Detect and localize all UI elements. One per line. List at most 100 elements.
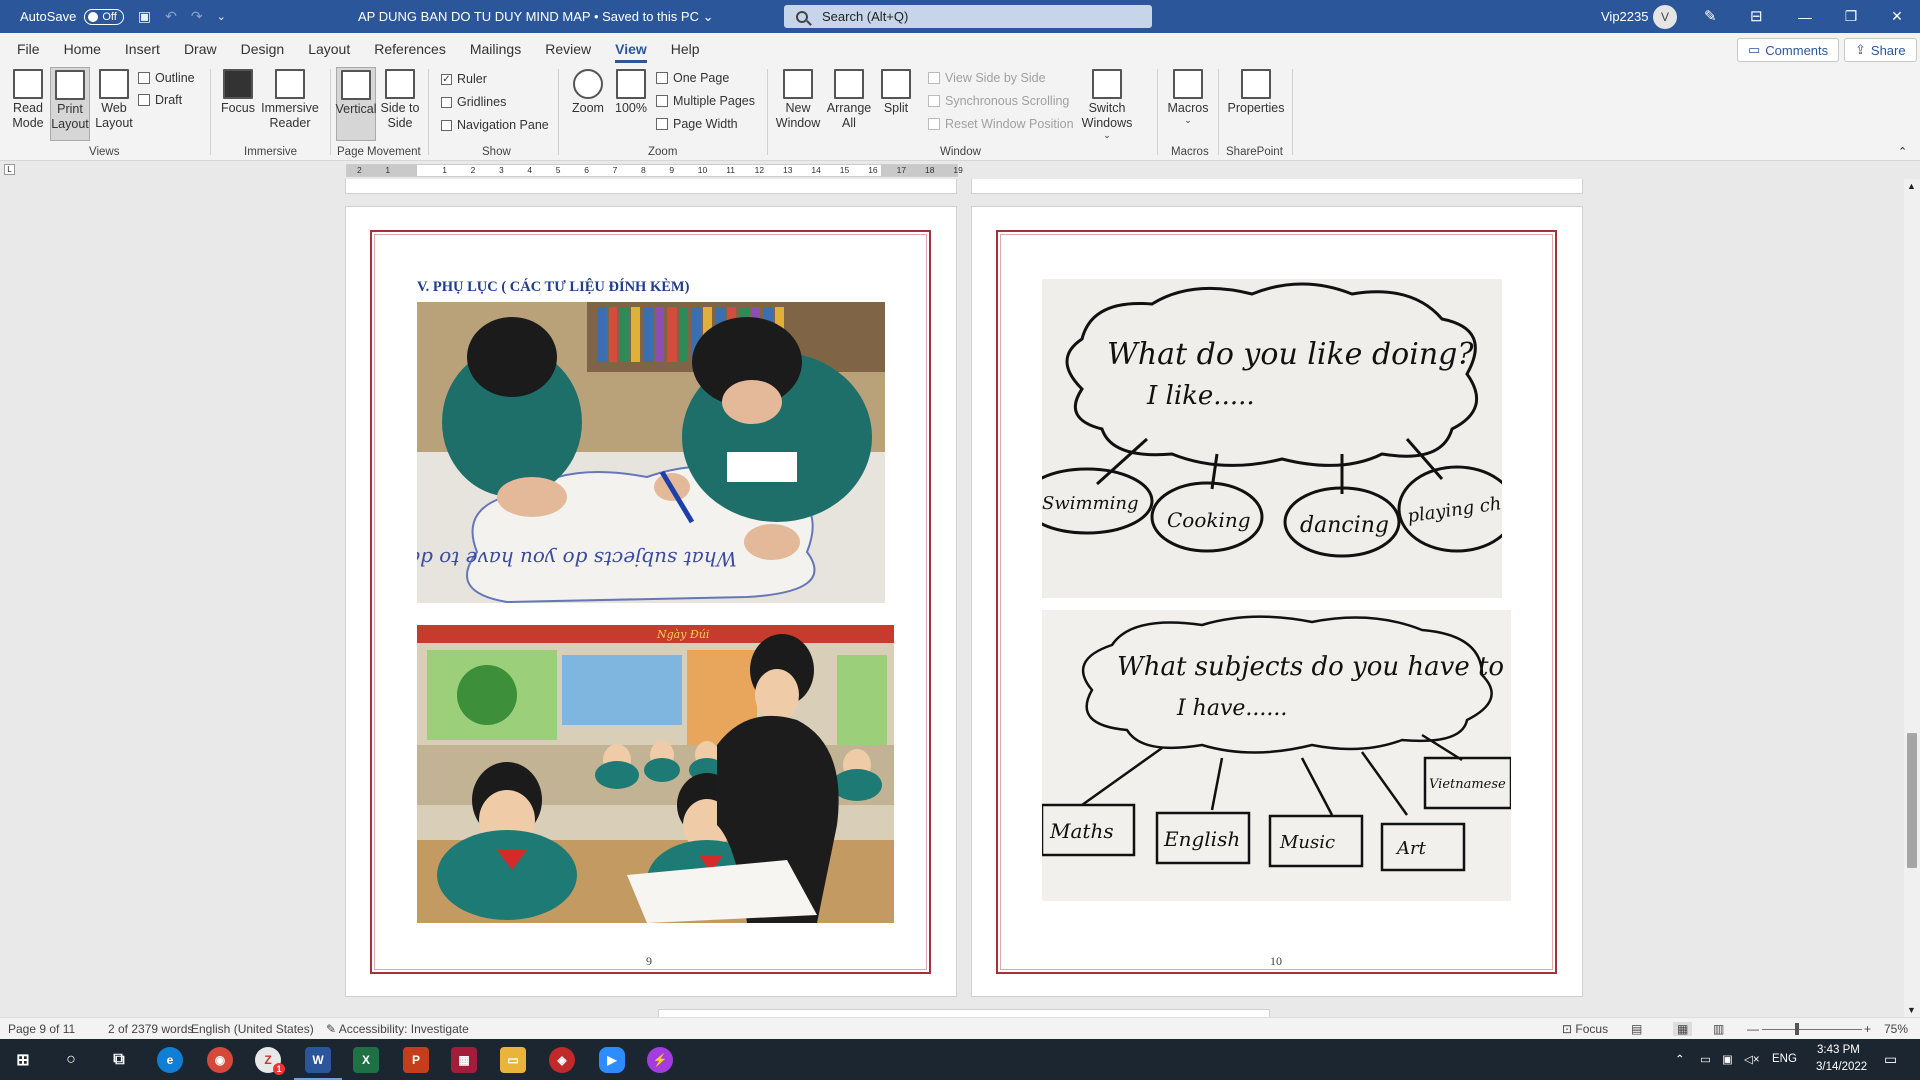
close-icon[interactable]: ✕ — [1874, 0, 1920, 33]
menu-insert[interactable]: Insert — [113, 33, 172, 65]
reset-window-position-button[interactable]: Reset Window Position — [928, 117, 1074, 131]
gridlines-checkbox[interactable]: Gridlines — [441, 95, 506, 109]
draft-button[interactable]: Draft — [138, 93, 182, 107]
properties-button[interactable]: Properties — [1226, 69, 1286, 116]
messenger-icon[interactable]: ⚡ — [647, 1047, 673, 1073]
zoom-button[interactable]: Zoom — [568, 69, 608, 116]
menu-home[interactable]: Home — [52, 33, 113, 65]
zoom-slider[interactable] — [1762, 1029, 1862, 1030]
tray-chevron-icon[interactable]: ⌃ — [1675, 1052, 1685, 1066]
edge-icon[interactable]: e — [157, 1047, 183, 1073]
ribbon-display-icon[interactable]: ⊟ — [1750, 7, 1763, 25]
scroll-up-icon[interactable]: ▲ — [1907, 181, 1916, 191]
read-mode-button[interactable]: Read Mode — [8, 69, 48, 131]
search-box[interactable]: Search (Alt+Q) — [784, 5, 1152, 28]
scrollbar-thumb[interactable] — [1907, 733, 1917, 868]
cortana-search-icon[interactable]: ○ — [58, 1047, 84, 1073]
zoom-slider-thumb[interactable] — [1795, 1023, 1799, 1035]
ruler-bar[interactable]: 2 1 1 2 3 4 5 6 7 8 9 10 11 12 13 14 15 16 17 18 19 — [346, 164, 963, 177]
tray-device-icon[interactable]: ▭ — [1700, 1052, 1711, 1066]
vertical-scrollbar[interactable]: ▲ ▼ — [1904, 179, 1920, 1017]
zalo-icon[interactable]: Z1 — [255, 1047, 285, 1075]
avatar[interactable]: V — [1653, 5, 1677, 29]
horizontal-ruler[interactable]: L 2 1 1 2 3 4 5 6 7 8 9 10 11 12 13 14 15 16 17 18 19 — [0, 161, 1920, 179]
clock-time[interactable]: 3:43 PM — [1817, 1044, 1860, 1056]
clock-date[interactable]: 3/14/2022 — [1816, 1061, 1867, 1073]
user-name[interactable]: Vip2235 — [1601, 9, 1648, 24]
file-explorer-icon[interactable]: ▭ — [500, 1047, 526, 1073]
outline-button[interactable]: Outline — [138, 71, 195, 85]
volume-icon[interactable]: ◁× — [1744, 1052, 1760, 1066]
powerpoint-icon[interactable]: P — [403, 1047, 429, 1073]
tab-selector-icon[interactable]: L — [4, 164, 15, 175]
arrange-all-button[interactable]: Arrange All — [826, 69, 872, 131]
comments-button[interactable]: ▭ Comments — [1737, 38, 1840, 62]
minimize-icon[interactable]: — — [1782, 0, 1828, 33]
windows-start-icon[interactable]: ⊞ — [10, 1047, 36, 1073]
zoom-app-icon[interactable]: ▶ — [599, 1047, 625, 1073]
language-status[interactable]: English (United States) — [191, 1022, 314, 1036]
menu-mailings[interactable]: Mailings — [458, 33, 533, 65]
undo-icon[interactable]: ↶ — [165, 8, 177, 25]
menu-review[interactable]: Review — [533, 33, 603, 65]
print-layout-button[interactable]: Print Layout — [50, 67, 90, 141]
navigation-pane-checkbox[interactable]: Navigation Pane — [441, 118, 549, 132]
document-canvas[interactable]: V. PHỤ LỤC ( CÁC TƯ LIỆU ĐÍNH KÈM) What … — [0, 179, 1904, 1017]
chrome-icon[interactable]: ◉ — [207, 1047, 233, 1073]
document-title[interactable]: AP DUNG BAN DO TU DUY MIND MAP • Saved t… — [358, 9, 713, 25]
immersive-reader-button[interactable]: Immersive Reader — [260, 69, 320, 131]
read-mode-view-icon[interactable]: ▤ — [1631, 1022, 1642, 1036]
word-icon[interactable]: W — [305, 1047, 331, 1073]
zoom-in-icon[interactable]: + — [1864, 1022, 1871, 1036]
network-icon[interactable]: ▣ — [1722, 1052, 1733, 1066]
zoom-out-icon[interactable]: — — [1747, 1022, 1759, 1036]
remote-app-icon[interactable]: ◈ — [549, 1047, 575, 1073]
scroll-down-icon[interactable]: ▼ — [1907, 1005, 1916, 1015]
web-layout-view-icon[interactable]: ▥ — [1713, 1022, 1724, 1036]
notifications-icon[interactable]: ▭ — [1884, 1051, 1897, 1068]
zoom-level[interactable]: 75% — [1884, 1022, 1908, 1036]
menu-draw[interactable]: Draw — [172, 33, 229, 65]
task-view-icon[interactable]: ⧉ — [106, 1047, 132, 1073]
menu-view[interactable]: View — [603, 33, 659, 65]
autosave-toggle[interactable]: Off — [84, 8, 124, 25]
split-button[interactable]: Split — [876, 69, 916, 116]
language-indicator[interactable]: ENG — [1772, 1053, 1797, 1065]
menu-design[interactable]: Design — [229, 33, 297, 65]
excel-icon[interactable]: X — [353, 1047, 379, 1073]
synchronous-scrolling-button[interactable]: Synchronous Scrolling — [928, 94, 1069, 108]
page-10[interactable]: What do you like doing? I like..... Swim… — [971, 206, 1583, 997]
accessibility-status[interactable]: ✎ Accessibility: Investigate — [326, 1022, 469, 1036]
menu-help[interactable]: Help — [659, 33, 712, 65]
restore-icon[interactable]: ❐ — [1828, 0, 1874, 33]
view-side-by-side-button[interactable]: View Side by Side — [928, 71, 1046, 85]
menu-references[interactable]: References — [362, 33, 458, 65]
page-count[interactable]: Page 9 of 11 — [8, 1022, 75, 1036]
app-icon[interactable]: ▦ — [451, 1047, 477, 1073]
one-page-button[interactable]: One Page — [656, 71, 729, 85]
pen-icon[interactable]: ✎ — [1704, 7, 1717, 25]
vertical-button[interactable]: Vertical — [336, 67, 377, 141]
page-9[interactable]: V. PHỤ LỤC ( CÁC TƯ LIỆU ĐÍNH KÈM) What … — [345, 206, 957, 997]
menu-layout[interactable]: Layout — [296, 33, 362, 65]
collapse-ribbon-icon[interactable]: ⌃ — [1898, 145, 1907, 158]
focus-mode-button[interactable]: ⊡ Focus — [1562, 1022, 1608, 1036]
word-count[interactable]: 2 of 2379 words — [108, 1022, 193, 1036]
customize-quick-access-icon[interactable]: ⌄ — [217, 10, 226, 23]
redo-icon[interactable]: ↷ — [191, 8, 203, 25]
page-width-button[interactable]: Page Width — [656, 117, 738, 131]
new-window-button[interactable]: New Window — [774, 69, 822, 131]
web-layout-button[interactable]: Web Layout — [94, 69, 134, 131]
share-button[interactable]: ⇪ Share — [1844, 38, 1917, 62]
ruler-tick: 5 — [555, 165, 561, 175]
print-layout-view-icon[interactable]: ▦ — [1673, 1022, 1693, 1036]
menu-file[interactable]: File — [5, 33, 52, 65]
side-to-side-button[interactable]: Side to Side — [380, 69, 420, 131]
ruler-checkbox[interactable]: ✓ Ruler — [441, 72, 487, 86]
macros-button[interactable]: Macros ⌄ — [1166, 69, 1210, 125]
focus-button[interactable]: Focus — [218, 69, 258, 116]
zoom-100-button[interactable]: 100% — [612, 69, 650, 116]
switch-windows-button[interactable]: Switch Windows ⌄ — [1082, 69, 1132, 140]
save-icon[interactable]: ▣ — [138, 8, 151, 25]
multiple-pages-button[interactable]: Multiple Pages — [656, 94, 755, 108]
